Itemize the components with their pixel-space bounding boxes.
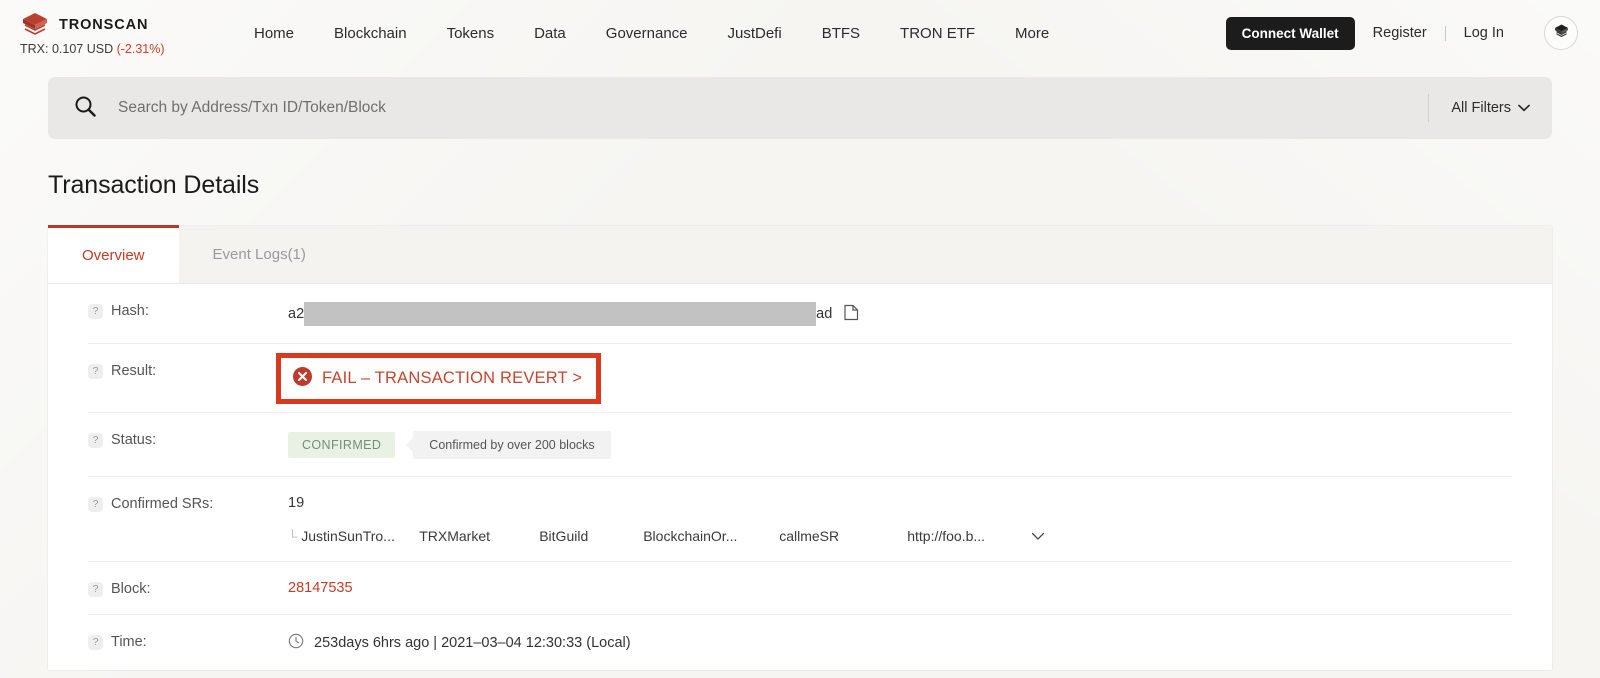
row-label-time: ? Time: <box>88 633 288 650</box>
status-tooltip: Confirmed by over 200 blocks <box>413 431 610 459</box>
time-text: 253days 6hrs ago | 2021–03–04 12:30:33 (… <box>314 635 631 651</box>
result-highlight-annotation: FAIL – TRANSACTION REVERT > <box>288 362 601 395</box>
page-title: Transaction Details <box>48 171 1552 200</box>
copy-icon[interactable] <box>844 304 859 325</box>
main-nav: Home Blockchain Tokens Data Governance J… <box>234 17 1069 50</box>
error-circle-icon <box>293 367 312 390</box>
result-text[interactable]: FAIL – TRANSACTION REVERT > <box>322 369 582 388</box>
clock-icon <box>288 633 304 653</box>
row-label-confirmed-srs: ? Confirmed SRs: <box>88 495 288 512</box>
tab-overview[interactable]: Overview <box>48 225 179 283</box>
tree-corner-icon: └ <box>288 529 297 544</box>
hash-prefix: a2 <box>288 306 304 322</box>
brand-block[interactable]: TRONSCAN TRX: 0.107 USD (-2.31%) <box>20 10 200 56</box>
row-hash: ? Hash: a2 ad <box>88 284 1512 344</box>
search-input[interactable] <box>118 99 1428 117</box>
label-text: Block: <box>111 581 151 597</box>
sr-item[interactable]: JustinSunTro... <box>301 528 419 544</box>
label-text: Status: <box>111 432 156 448</box>
detail-rows: ? Hash: a2 ad <box>48 284 1552 670</box>
time-line: 253days 6hrs ago | 2021–03–04 12:30:33 (… <box>288 633 1512 653</box>
all-filters-button[interactable]: All Filters <box>1451 100 1530 116</box>
stacked-layers-icon <box>1553 23 1570 43</box>
row-label-status: ? Status: <box>88 431 288 448</box>
row-block: ? Block: 28147535 <box>88 562 1512 615</box>
transaction-card: Overview Event Logs(1) ? Hash: a2 ad <box>48 226 1552 670</box>
sr-item[interactable]: TRXMarket <box>419 528 539 544</box>
row-confirmed-srs: ? Confirmed SRs: 19 └ JustinSunTro... TR… <box>88 477 1512 562</box>
search-icon <box>74 95 96 122</box>
nav-item-data[interactable]: Data <box>514 17 586 50</box>
nav-item-btfs[interactable]: BTFS <box>802 17 880 50</box>
label-text: Result: <box>111 363 156 379</box>
row-value-time: 253days 6hrs ago | 2021–03–04 12:30:33 (… <box>288 633 1512 653</box>
row-time: ? Time: 253days 6hrs ago | 2021–03–04 12… <box>88 615 1512 670</box>
row-label-result: ? Result: <box>88 362 288 379</box>
row-result: ? Result: FAIL – TRANSACTION REV <box>88 344 1512 413</box>
sr-list: └ JustinSunTro... TRXMarket BitGuild Blo… <box>288 528 1512 544</box>
trx-price-value: TRX: 0.107 USD <box>20 42 113 56</box>
hash-line: a2 ad <box>288 302 1512 326</box>
sr-item[interactable]: BlockchainOr... <box>643 528 779 544</box>
block-link[interactable]: 28147535 <box>288 580 353 596</box>
help-icon[interactable]: ? <box>88 497 103 512</box>
nav-item-governance[interactable]: Governance <box>586 17 708 50</box>
label-text: Time: <box>111 634 147 650</box>
help-icon[interactable]: ? <box>88 635 103 650</box>
brand-name: TRONSCAN <box>59 17 148 33</box>
chevron-down-icon[interactable] <box>1031 528 1045 544</box>
nav-item-justdefi[interactable]: JustDefi <box>708 17 802 50</box>
label-text: Confirmed SRs: <box>111 496 213 512</box>
sr-item[interactable]: callmeSR <box>779 528 907 544</box>
trx-price: TRX: 0.107 USD (-2.31%) <box>20 42 200 56</box>
main-content: Transaction Details Overview Event Logs(… <box>0 171 1600 670</box>
stacked-layers-icon <box>20 12 50 38</box>
nav-item-home[interactable]: Home <box>234 17 314 50</box>
nav-item-more[interactable]: More <box>995 17 1069 50</box>
row-label-block: ? Block: <box>88 580 288 597</box>
sr-item[interactable]: http://foo.b... <box>907 528 1027 544</box>
login-link[interactable]: Log In <box>1446 25 1522 41</box>
row-value-hash: a2 ad <box>288 302 1512 326</box>
row-status: ? Status: CONFIRMED Confirmed by over 20… <box>88 413 1512 477</box>
trx-price-change: (-2.31%) <box>117 42 165 56</box>
row-value-confirmed-srs: 19 └ JustinSunTro... TRXMarket BitGuild … <box>288 495 1512 544</box>
status-badge: CONFIRMED <box>288 432 395 458</box>
help-icon[interactable]: ? <box>88 582 103 597</box>
hash-suffix: ad <box>816 306 832 322</box>
connect-wallet-button[interactable]: Connect Wallet <box>1226 17 1355 50</box>
status-line: CONFIRMED Confirmed by over 200 blocks <box>288 431 1512 459</box>
search-bar[interactable]: All Filters <box>48 77 1552 139</box>
site-header: TRONSCAN TRX: 0.107 USD (-2.31%) Home Bl… <box>0 0 1600 66</box>
tab-bar: Overview Event Logs(1) <box>48 226 1552 284</box>
row-value-result: FAIL – TRANSACTION REVERT > <box>288 362 1512 395</box>
nav-item-blockchain[interactable]: Blockchain <box>314 17 427 50</box>
hash-redaction-bar <box>304 302 816 326</box>
register-link[interactable]: Register <box>1355 25 1445 41</box>
tab-event-logs[interactable]: Event Logs(1) <box>179 226 340 283</box>
result-box[interactable]: FAIL – TRANSACTION REVERT > <box>276 353 601 404</box>
help-icon[interactable]: ? <box>88 433 103 448</box>
language-button[interactable] <box>1544 16 1578 50</box>
chevron-down-icon <box>1518 100 1530 116</box>
row-label-hash: ? Hash: <box>88 302 288 319</box>
filters-divider <box>1428 94 1429 122</box>
help-icon[interactable]: ? <box>88 304 103 319</box>
sr-item[interactable]: BitGuild <box>539 528 643 544</box>
search-section: All Filters <box>0 66 1600 139</box>
row-value-status: CONFIRMED Confirmed by over 200 blocks <box>288 431 1512 459</box>
nav-item-tron-etf[interactable]: TRON ETF <box>880 17 995 50</box>
help-icon[interactable]: ? <box>88 364 103 379</box>
row-value-block: 28147535 <box>288 580 1512 596</box>
header-actions: Connect Wallet Register Log In <box>1226 16 1578 50</box>
all-filters-label: All Filters <box>1451 100 1511 116</box>
brand-logo-row[interactable]: TRONSCAN <box>20 12 200 38</box>
sr-count: 19 <box>288 495 1512 511</box>
label-text: Hash: <box>111 303 149 319</box>
nav-item-tokens[interactable]: Tokens <box>427 17 515 50</box>
